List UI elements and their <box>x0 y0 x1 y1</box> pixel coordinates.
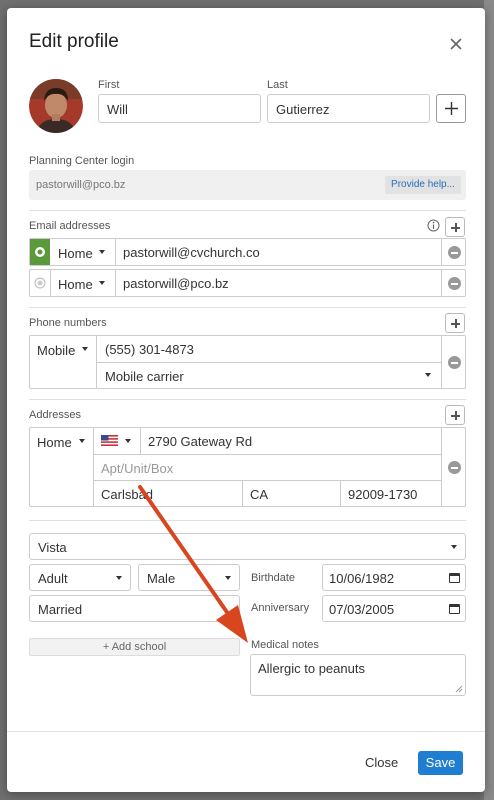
chevron-down-icon <box>451 545 457 549</box>
birthdate-label: Birthdate <box>251 572 296 584</box>
add-school-button[interactable]: + Add school <box>29 638 240 656</box>
chevron-down-icon <box>225 576 231 580</box>
primary-email-radio[interactable] <box>30 270 50 296</box>
primary-email-radio[interactable] <box>30 239 50 265</box>
gender-select[interactable]: Male <box>138 564 240 591</box>
avatar[interactable] <box>29 79 83 133</box>
provide-help-button[interactable]: Provide help... <box>385 176 461 194</box>
calendar-icon[interactable] <box>449 604 460 614</box>
city-field[interactable]: Carlsbad <box>101 487 153 502</box>
save-button[interactable]: Save <box>418 751 463 775</box>
chevron-down-icon <box>99 281 105 285</box>
phone-row: Mobile (555) 301-4873 Mobile carrier <box>29 335 466 389</box>
remove-address-button[interactable] <box>448 461 461 474</box>
close-icon[interactable] <box>447 35 465 53</box>
edit-profile-modal: Edit profile First Will Last Gutierrez P… <box>7 8 485 792</box>
chevron-down-icon <box>79 439 85 443</box>
first-name-field[interactable]: Will <box>98 94 261 123</box>
login-field: pastorwill@pco.bz Provide help... <box>29 170 466 200</box>
remove-email-button[interactable] <box>448 246 461 259</box>
login-value: pastorwill@pco.bz <box>36 179 126 191</box>
add-email-button[interactable] <box>445 217 465 237</box>
resize-handle-icon[interactable] <box>455 685 463 693</box>
address-row: Home 2790 Gateway Rd Apt/Unit/Box Carlsb… <box>29 427 466 507</box>
close-button[interactable]: Close <box>365 755 398 770</box>
gender-value: Male <box>147 571 176 586</box>
email-type-select[interactable]: Home <box>50 239 115 265</box>
last-name-field[interactable]: Gutierrez <box>267 94 430 123</box>
plus-icon: + <box>102 641 112 653</box>
carrier-value: Mobile carrier <box>105 369 184 384</box>
address-section-label: Addresses <box>29 409 81 421</box>
calendar-icon[interactable] <box>449 573 460 583</box>
modal-title: Edit profile <box>29 31 119 52</box>
plus-icon <box>445 102 458 115</box>
email-row: Home pastorwill@pco.bz <box>29 269 466 297</box>
anniversary-label: Anniversary <box>251 602 310 614</box>
marital-status-select[interactable]: Married <box>29 595 240 622</box>
carrier-select[interactable]: Mobile carrier <box>97 363 441 388</box>
info-icon[interactable] <box>427 219 440 237</box>
medical-notes-field[interactable]: Allergic to peanuts <box>250 654 466 696</box>
last-name-label: Last <box>267 79 288 91</box>
country-select[interactable] <box>94 428 140 454</box>
campus-value: Vista <box>38 540 67 555</box>
add-name-part-button[interactable] <box>436 94 466 123</box>
email-type-value: Home <box>58 246 93 261</box>
apt-field[interactable]: Apt/Unit/Box <box>101 461 173 476</box>
medical-notes-label: Medical notes <box>251 639 319 651</box>
chevron-down-icon <box>82 347 88 351</box>
age-group-value: Adult <box>38 571 68 586</box>
birthdate-field[interactable]: 10/06/1982 <box>322 564 466 591</box>
marital-status-value: Married <box>38 602 83 617</box>
background-page <box>484 0 494 800</box>
age-group-select[interactable]: Adult <box>29 564 131 591</box>
phone-number-field[interactable]: (555) 301-4873 <box>105 342 194 357</box>
chevron-down-icon <box>116 576 122 580</box>
email-type-value: Home <box>58 277 93 292</box>
add-address-button[interactable] <box>445 405 465 425</box>
street-field[interactable]: 2790 Gateway Rd <box>148 434 252 449</box>
chevron-down-icon <box>125 439 131 443</box>
first-name-label: First <box>98 79 120 91</box>
add-school-label: Add school <box>111 641 167 653</box>
anniversary-value: 07/03/2005 <box>329 602 395 617</box>
remove-phone-button[interactable] <box>448 356 461 369</box>
email-row: Home pastorwill@cvchurch.co <box>29 238 466 266</box>
chevron-down-icon <box>425 373 431 377</box>
phone-section-label: Phone numbers <box>29 317 107 329</box>
medical-notes-value: Allergic to peanuts <box>258 661 365 676</box>
birthdate-value: 10/06/1982 <box>329 571 395 586</box>
email-type-select[interactable]: Home <box>50 270 115 296</box>
zip-field[interactable]: 92009-1730 <box>348 487 417 502</box>
first-name-value: Will <box>107 102 128 117</box>
campus-select[interactable]: Vista <box>29 533 466 560</box>
last-name-value: Gutierrez <box>276 102 330 117</box>
us-flag-icon <box>101 435 118 446</box>
phone-type-select[interactable]: Mobile <box>30 336 96 362</box>
address-type-select[interactable]: Home <box>30 428 93 454</box>
chevron-down-icon <box>99 250 105 254</box>
state-field[interactable]: CA <box>250 487 268 502</box>
email-address-field[interactable]: pastorwill@cvchurch.co <box>123 245 260 260</box>
email-address-field[interactable]: pastorwill@pco.bz <box>123 276 229 291</box>
add-phone-button[interactable] <box>445 313 465 333</box>
address-type-value: Home <box>37 435 72 450</box>
remove-email-button[interactable] <box>448 277 461 290</box>
phone-type-value: Mobile <box>37 343 76 358</box>
email-section-label: Email addresses <box>29 220 111 232</box>
anniversary-field[interactable]: 07/03/2005 <box>322 595 466 622</box>
login-label: Planning Center login <box>29 155 135 167</box>
